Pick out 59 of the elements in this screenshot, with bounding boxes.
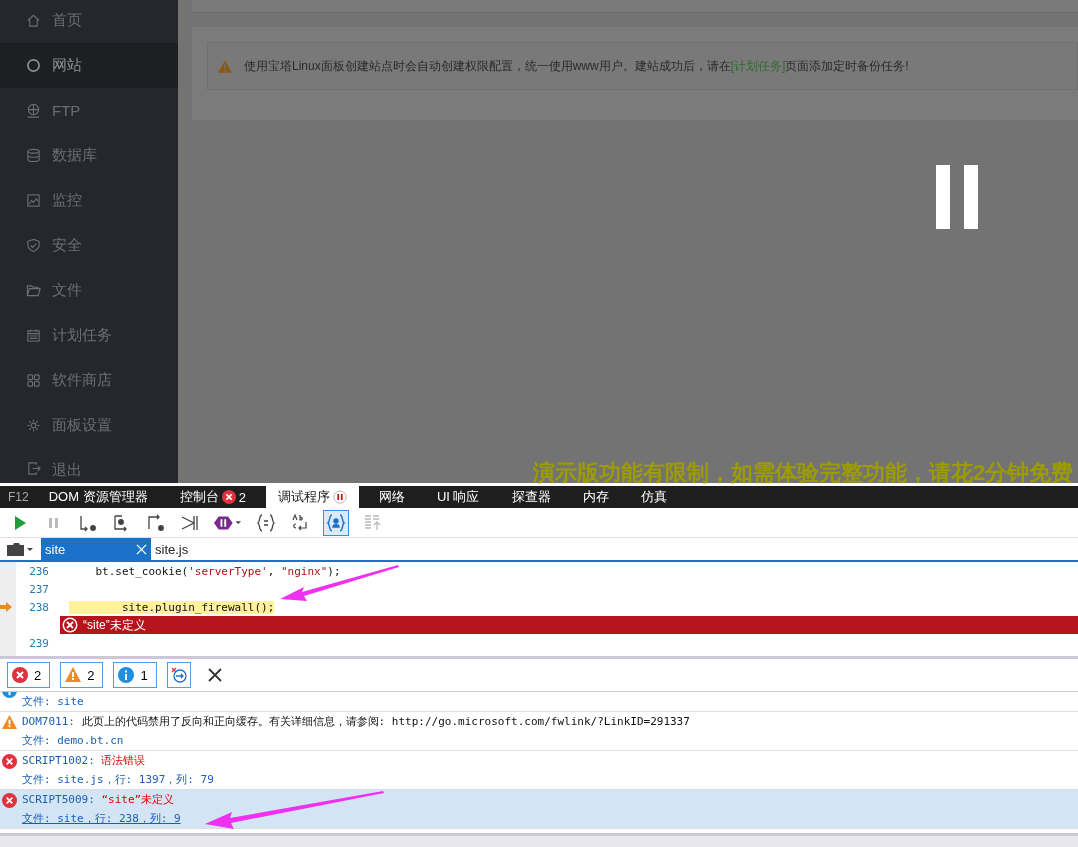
pretty-print-icon[interactable] — [256, 512, 276, 533]
notice-text: 使用宝塔Linux面板创建站点时会自动创建权限配置，统一使用www用户。建站成功后，请在[计划任务]页面添加定时备份任务! — [244, 57, 909, 75]
devtools-tab[interactable]: 仿真 — [628, 486, 679, 508]
word-wrap-icon[interactable] — [290, 512, 310, 533]
line-number: 239 — [28, 636, 49, 650]
folder-icon[interactable] — [5, 541, 35, 557]
devtools-tab[interactable]: 内存 — [570, 486, 621, 508]
devtools-tab[interactable]: UI 响应 — [424, 486, 492, 508]
message-text: SCRIPT1002: 语法错误 — [22, 753, 147, 768]
code-line: bt.set_cookie('serverType', "nginx"); — [94, 564, 341, 578]
message-text: DOM7011: 此页上的代码禁用了反向和正向缓存。有关详细信息，请参阅: http://go.microsoft.com/fwlink/?LinkID=291337 — [22, 714, 691, 729]
file-tab[interactable]: site — [41, 538, 151, 560]
globe-icon — [26, 103, 41, 118]
navigate-icon — [170, 667, 187, 683]
line-number: 236 — [28, 564, 49, 578]
devtools-tab[interactable]: DOM 资源管理器 — [36, 486, 160, 508]
warning-icon — [218, 59, 232, 73]
info-icon — [118, 667, 135, 683]
error-message: “site”未定义 — [83, 616, 146, 634]
console-filter[interactable]: 2 — [7, 662, 51, 688]
console-filter[interactable]: 1 — [113, 662, 157, 688]
line-number: 237 — [28, 582, 49, 596]
error-icon — [12, 667, 28, 683]
error-icon — [221, 490, 236, 504]
source-link[interactable]: 文件: site，行: 238，列: 9 — [22, 811, 181, 826]
file-tab[interactable]: site.js — [151, 538, 193, 560]
calendar-icon — [26, 328, 41, 343]
folder-icon — [26, 283, 41, 298]
devtools-tab[interactable]: 调试程序 — [265, 486, 359, 508]
source-link[interactable]: 文件: site.js，行: 1397，列: 79 — [22, 772, 1078, 787]
database-icon — [26, 148, 41, 163]
chart-icon — [26, 193, 41, 208]
demo-banner-text: 演示版功能有限制，如需体验完整功能，请花2分钟免费 — [533, 459, 1074, 487]
grid-icon — [26, 373, 41, 388]
shield-icon — [26, 238, 41, 253]
home-icon — [26, 13, 41, 28]
console-filter[interactable]: 2 — [60, 662, 104, 688]
console-message[interactable]: 文件: site — [0, 692, 1078, 712]
source-link[interactable]: 文件: demo.bt.cn — [22, 733, 1078, 748]
source-link[interactable]: 文件: site — [22, 694, 1078, 709]
clear-icon[interactable] — [206, 667, 223, 683]
close-icon[interactable] — [136, 543, 147, 555]
settings-icon — [26, 418, 41, 433]
console-message[interactable]: DOM7011: 此页上的代码禁用了反向和正向缓存。有关详细信息，请参阅: http://go.microsoft.com/fwlink/?LinkID=291337 文件: demo.bt.cn — [0, 712, 1078, 751]
just-my-code-icon[interactable] — [324, 510, 348, 535]
devtools-tab[interactable]: 网络 — [366, 486, 417, 508]
step-out-icon[interactable] — [146, 512, 166, 533]
sidebar-item[interactable]: 网站 — [0, 43, 178, 88]
exit-icon — [26, 461, 41, 476]
devtools-tab[interactable]: 控制台 2 — [167, 486, 258, 508]
console-message[interactable]: SCRIPT5009: “site”未定义 文件: site，行: 238，列: 9 — [0, 790, 1078, 829]
warning-icon — [65, 667, 82, 683]
devtools-label: F12 — [7, 490, 30, 504]
devtools-tab[interactable]: 探查器 — [499, 486, 563, 508]
error-icon — [2, 793, 17, 808]
clear-on-navigate-button[interactable] — [166, 662, 191, 688]
message-text: SCRIPT5009: “site”未定义 — [22, 792, 176, 807]
line-number: 238 — [28, 600, 49, 614]
circle-icon — [26, 58, 41, 73]
